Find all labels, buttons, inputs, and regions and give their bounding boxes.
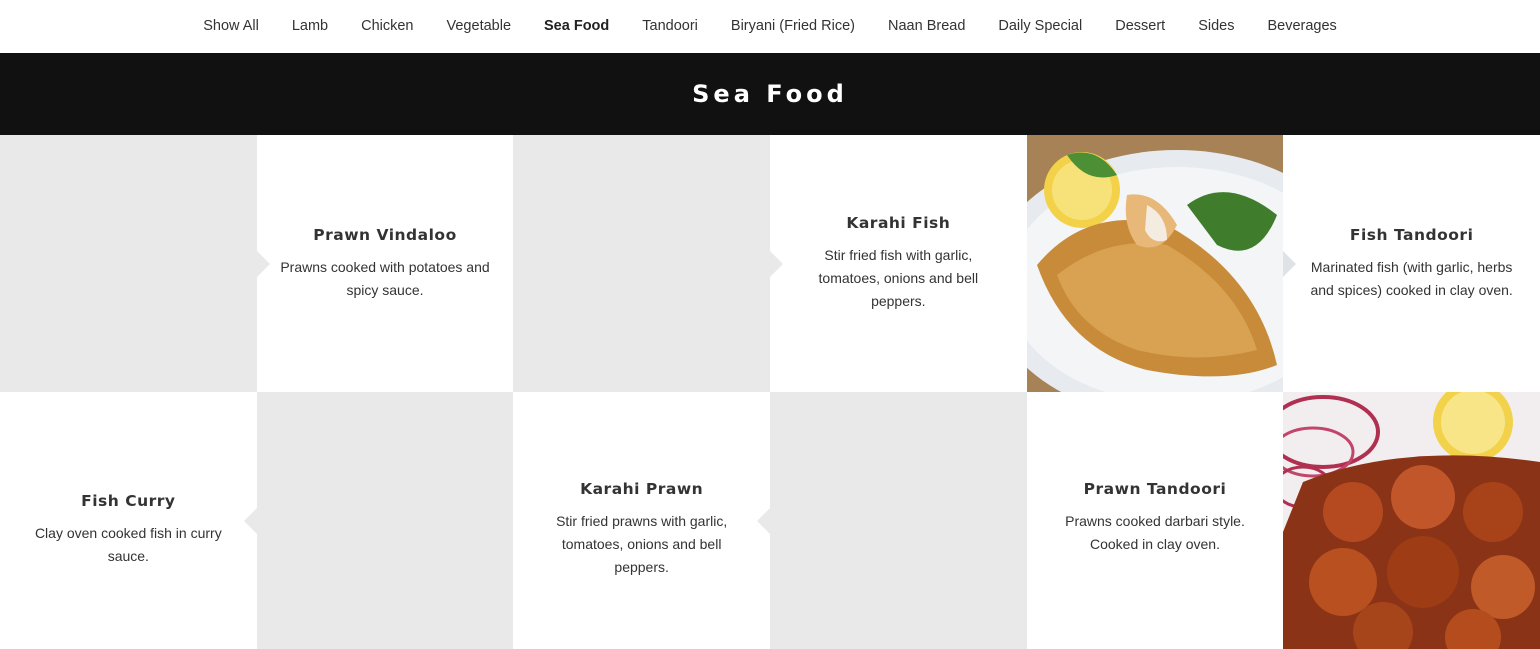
item-title: Karahi Prawn bbox=[580, 480, 704, 498]
item-description: Stir fried prawns with garlic, tomatoes,… bbox=[556, 513, 728, 575]
item-title: Prawn Tandoori bbox=[1083, 480, 1227, 498]
nav-sides[interactable]: Sides bbox=[1182, 0, 1251, 53]
item-description: Prawns cooked with potatoes and spicy sa… bbox=[280, 258, 490, 298]
nav-vegetable[interactable]: Vegetable bbox=[430, 0, 528, 53]
nav-dessert[interactable]: Dessert bbox=[1099, 0, 1182, 53]
menu-item-fish-tandoori[interactable]: Fish Tandoori Marinated fish (with garli… bbox=[1283, 135, 1540, 392]
menu-item-karahi-prawn[interactable]: Karahi Prawn Stir fried prawns with garl… bbox=[513, 392, 770, 649]
nav-naan-bread[interactable]: Naan Bread bbox=[872, 0, 982, 53]
menu-item-prawn-vindaloo[interactable]: Prawn Vindaloo Prawns cooked with potato… bbox=[256, 135, 514, 392]
nav-sea-food[interactable]: Sea Food bbox=[528, 0, 626, 53]
nav-biryani[interactable]: Biryani (Fried Rice) bbox=[714, 0, 871, 53]
item-title: Prawn Vindaloo bbox=[313, 225, 457, 244]
prawn-tandoori-image[interactable] bbox=[1283, 392, 1540, 649]
nav-beverages[interactable]: Beverages bbox=[1251, 0, 1353, 53]
category-nav: Show All Lamb Chicken Vegetable Sea Food… bbox=[0, 0, 1540, 53]
section-title: Sea Food bbox=[692, 80, 848, 108]
prawn-vindaloo-image[interactable] bbox=[0, 135, 257, 392]
nav-chicken[interactable]: Chicken bbox=[345, 0, 430, 53]
nav-tandoori[interactable]: Tandoori bbox=[626, 0, 715, 53]
menu-item-prawn-tandoori[interactable]: Prawn Tandoori Prawns cooked darbari sty… bbox=[1026, 392, 1284, 649]
menu-item-karahi-fish[interactable]: Karahi Fish Stir fried fish with garlic,… bbox=[769, 135, 1027, 392]
item-description: Marinated fish (with garlic, herbs and s… bbox=[1310, 258, 1513, 298]
nav-show-all[interactable]: Show All bbox=[187, 0, 276, 53]
nav-lamb[interactable]: Lamb bbox=[275, 0, 344, 53]
item-description: Stir fried fish with garlic, tomatoes, o… bbox=[818, 247, 979, 309]
item-title: Fish Tandoori bbox=[1349, 225, 1474, 244]
item-title: Fish Curry bbox=[81, 492, 176, 510]
fish-tandoori-image[interactable] bbox=[1026, 135, 1284, 392]
menu-grid: Prawn Vindaloo Prawns cooked with potato… bbox=[0, 135, 1540, 649]
menu-item-fish-curry[interactable]: Fish Curry Clay oven cooked fish in curr… bbox=[0, 392, 257, 649]
item-description: Prawns cooked darbari style. Cooked in c… bbox=[1065, 513, 1245, 552]
item-description: Clay oven cooked fish in curry sauce. bbox=[34, 525, 222, 564]
item-title: Karahi Fish bbox=[846, 214, 951, 232]
section-banner: Sea Food bbox=[0, 53, 1540, 135]
fish-curry-image[interactable] bbox=[256, 392, 514, 649]
karahi-fish-image[interactable] bbox=[513, 135, 770, 392]
karahi-prawn-image[interactable] bbox=[769, 392, 1027, 649]
nav-daily-special[interactable]: Daily Special bbox=[982, 0, 1099, 53]
